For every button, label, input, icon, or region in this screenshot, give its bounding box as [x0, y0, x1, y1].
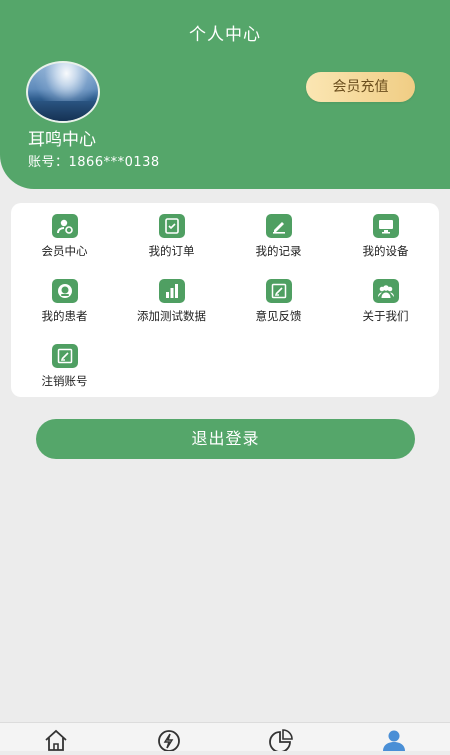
menu-label: 意见反馈 — [255, 309, 302, 323]
menu-label: 注销账号 — [41, 374, 88, 388]
tab-lightning[interactable] — [156, 729, 184, 752]
menu-item-my-orders[interactable]: 我的订单 — [118, 214, 225, 274]
menu-label: 会员中心 — [41, 244, 88, 258]
menu-label: 我的设备 — [362, 244, 409, 258]
home-icon — [45, 729, 67, 751]
device-icon — [372, 214, 399, 238]
menu-item-add-test-data[interactable]: 添加测试数据 — [118, 279, 225, 339]
tab-profile[interactable] — [381, 729, 409, 751]
menu-item-my-patients[interactable]: 我的患者 — [11, 279, 118, 339]
about-icon — [372, 279, 399, 303]
menu-item-my-records[interactable]: 我的记录 — [225, 214, 332, 274]
pie-chart-icon — [269, 729, 293, 753]
member-recharge-button[interactable]: 会员充值 — [306, 72, 415, 102]
account-number: 账号：1866***0138 — [28, 155, 160, 170]
menu-item-cancel-account[interactable]: 注销账号 — [11, 344, 118, 404]
profile-header: 个人中心 耳鸣中心 账号：1866***0138 会员充值 — [0, 0, 450, 189]
tab-home[interactable] — [43, 729, 71, 751]
menu-card: 会员中心 我的订单 我的记录 我的设备 我的患者 添加测试数据 意见反馈 关于我… — [11, 203, 439, 397]
patient-icon — [51, 279, 78, 303]
chart-icon — [158, 279, 185, 303]
cancel-account-icon — [51, 344, 78, 368]
menu-item-member-center[interactable]: 会员中心 — [11, 214, 118, 274]
feedback-icon — [265, 279, 292, 303]
menu-label: 我的患者 — [41, 309, 88, 323]
menu-item-my-devices[interactable]: 我的设备 — [332, 214, 439, 274]
bottom-tab-bar — [0, 722, 450, 753]
member-icon — [51, 214, 78, 238]
avatar[interactable] — [26, 61, 100, 123]
menu-label: 我的订单 — [148, 244, 195, 258]
logout-button[interactable]: 退出登录 — [36, 419, 415, 459]
menu-label: 添加测试数据 — [137, 309, 206, 323]
menu-item-about-us[interactable]: 关于我们 — [332, 279, 439, 339]
menu-label: 我的记录 — [255, 244, 302, 258]
username: 耳鸣中心 — [28, 130, 96, 150]
page-title: 个人中心 — [189, 25, 261, 45]
user-icon — [383, 730, 405, 751]
menu-label: 关于我们 — [362, 309, 409, 323]
tab-statistics[interactable] — [268, 729, 296, 753]
lightning-icon — [158, 730, 180, 752]
order-icon — [158, 214, 185, 238]
menu-item-feedback[interactable]: 意见反馈 — [225, 279, 332, 339]
record-icon — [265, 214, 292, 238]
